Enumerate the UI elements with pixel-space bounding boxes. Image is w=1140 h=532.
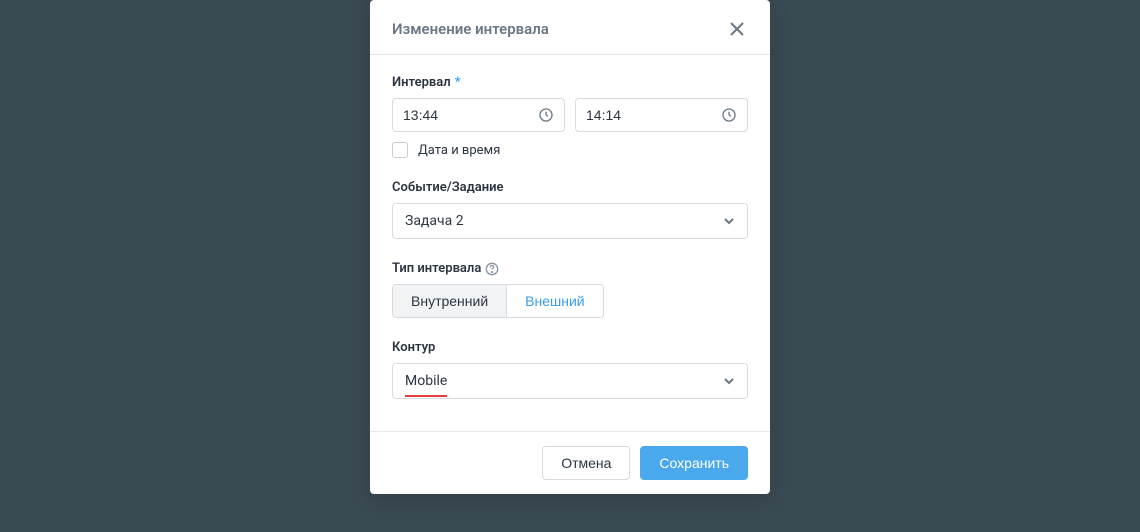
help-icon[interactable] [485,262,499,276]
required-indicator: * [455,75,461,90]
contour-label: Контур [392,340,748,355]
cancel-button[interactable]: Отмена [542,446,630,480]
edit-interval-modal: Изменение интервала Интервал * [370,0,770,494]
modal-title: Изменение интервала [392,20,549,38]
modal-header: Изменение интервала [370,0,770,55]
interval-type-field: Тип интервала Внутренний Внешний [392,261,748,318]
modal-footer: Отмена Сохранить [370,431,770,494]
close-icon [730,22,744,36]
interval-type-toggle: Внутренний Внешний [392,284,604,318]
clock-icon [721,107,737,123]
interval-label: Интервал * [392,75,748,90]
contour-value: Mobile [405,373,447,389]
interval-start-value[interactable] [403,107,538,123]
event-task-select[interactable]: Задача 2 [392,203,748,239]
datetime-checkbox-label: Дата и время [418,143,500,158]
interval-label-text: Интервал [392,75,451,90]
interval-type-internal-button[interactable]: Внутренний [393,285,506,317]
contour-field: Контур Mobile [392,340,748,399]
close-button[interactable] [726,18,748,40]
event-task-value: Задача 2 [405,213,464,229]
interval-end-value[interactable] [586,107,721,123]
interval-type-external-button[interactable]: Внешний [506,285,602,317]
clock-icon [538,107,554,123]
interval-type-label: Тип интервала [392,261,748,276]
datetime-checkbox-row: Дата и время [392,142,748,158]
event-task-field: Событие/Задание Задача 2 [392,180,748,239]
interval-field: Интервал * [392,75,748,158]
time-inputs-row [392,98,748,132]
interval-end-input[interactable] [575,98,748,132]
interval-type-label-text: Тип интервала [392,261,481,276]
contour-select[interactable]: Mobile [392,363,748,399]
chevron-down-icon [723,375,735,387]
interval-start-input[interactable] [392,98,565,132]
modal-body: Интервал * [370,55,770,431]
datetime-checkbox[interactable] [392,142,408,158]
chevron-down-icon [723,215,735,227]
event-task-label: Событие/Задание [392,180,748,195]
save-button[interactable]: Сохранить [640,446,748,480]
